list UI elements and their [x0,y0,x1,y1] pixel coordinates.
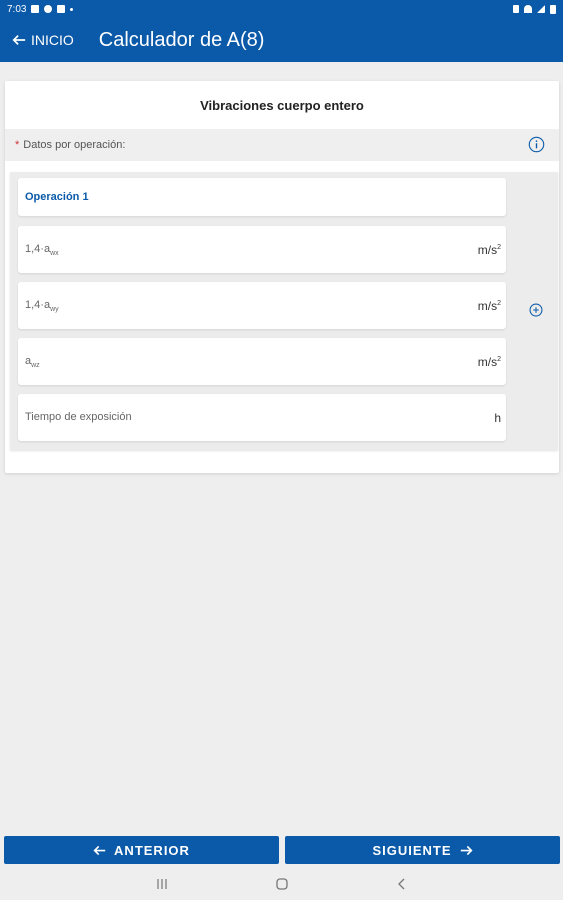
nav-back-button[interactable] [392,874,412,894]
forward-arrow-icon [460,845,473,855]
nav-back-icon [397,878,404,889]
field-exposure-time-unit: h [494,410,501,425]
signal-icon [537,5,545,13]
add-circle-icon[interactable] [529,303,543,317]
recent-apps-button[interactable] [152,874,172,894]
back-home-label: INICIO [31,32,74,48]
next-label: SIGUIENTE [372,842,452,858]
field-awy-unit: m/s2 [477,298,501,313]
card-title: Vibraciones cuerpo entero [200,97,364,113]
dot-icon [70,7,74,11]
field-exposure-time[interactable]: Tiempo de exposición h [18,394,506,441]
operation-header[interactable]: Operación 1 [18,178,506,216]
cloud-icon [44,5,53,13]
field-awz-unit: m/s2 [477,354,501,369]
wifi-icon [524,5,532,13]
field-awx-unit: m/s2 [477,242,501,257]
home-button[interactable] [272,874,292,894]
battery-icon [550,4,556,14]
status-time: 7:03 [7,3,27,15]
status-bar: 7:03 [0,0,563,18]
home-icon [275,877,288,890]
required-mark: * [15,139,20,151]
next-button[interactable]: SIGUIENTE [285,836,560,864]
field-exposure-time-label: Tiempo de exposición [25,410,132,423]
datos-section-header: * Datos por operación: [5,129,559,161]
operation-title: Operación 1 [25,191,89,203]
field-awx-label: 1,4·awx [25,242,59,257]
back-arrow-icon [12,35,26,45]
bluetooth-icon [513,5,519,13]
gallery-icon [31,5,40,13]
info-icon[interactable] [528,136,545,153]
field-awy[interactable]: 1,4·awy m/s2 [18,282,506,329]
operation-panel: Operación 1 1,4·awx m/s2 1,4·awy m/s2 aw… [10,172,558,450]
field-awz-label: awz [25,354,40,369]
field-awy-label: 1,4·awy [25,298,59,313]
recent-apps-icon [156,878,167,889]
mail-icon [57,5,66,13]
previous-label: ANTERIOR [114,842,190,858]
back-home-button[interactable]: INICIO [12,25,74,55]
app-bar: INICIO Calculador de A(8) [0,18,563,62]
system-nav-bar [0,867,563,900]
previous-button[interactable]: ANTERIOR [4,836,279,864]
vibration-card: Vibraciones cuerpo entero * Datos por op… [5,81,559,473]
datos-label: Datos por operación: [23,139,126,151]
back-arrow-icon [93,845,106,855]
field-awx[interactable]: 1,4·awx m/s2 [18,226,506,273]
field-awz[interactable]: awz m/s2 [18,338,506,385]
page-title: Calculador de A(8) [98,28,265,51]
